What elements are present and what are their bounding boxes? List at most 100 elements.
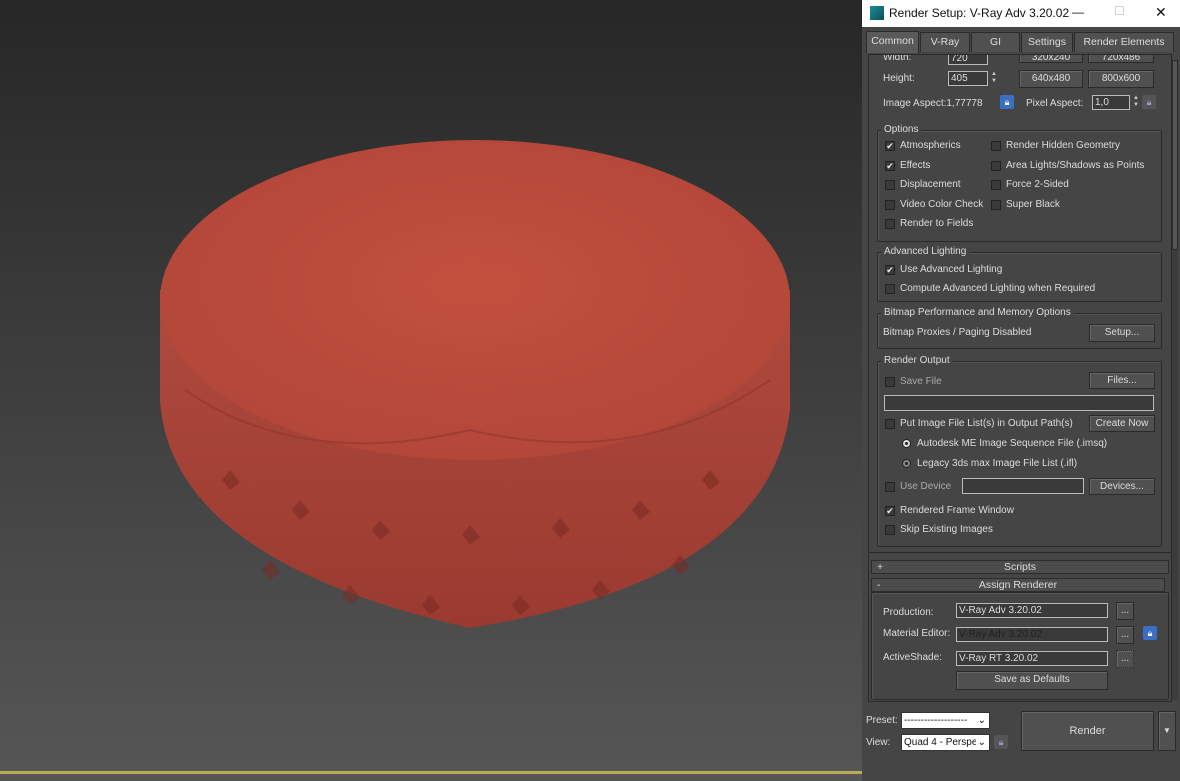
- maximize-button[interactable]: ☐: [1114, 4, 1125, 18]
- preset-640x480[interactable]: 640x480: [1019, 70, 1083, 88]
- image-aspect-value[interactable]: 1,77778: [946, 98, 982, 109]
- tab-render-elements[interactable]: Render Elements: [1074, 32, 1174, 52]
- area-lights-shadows-as-points-checkbox[interactable]: [991, 161, 1001, 171]
- imsq-radio[interactable]: [902, 439, 911, 448]
- material-editor-label: Material Editor:: [883, 628, 951, 639]
- effects-checkbox[interactable]: ✔: [885, 161, 895, 171]
- area-lights-shadows-as-points-label: Area Lights/Shadows as Points: [1006, 160, 1145, 171]
- skip-existing-checkbox[interactable]: [885, 525, 895, 535]
- preset-dropdown[interactable]: ------------------- ⌄: [901, 712, 990, 729]
- create-now-button[interactable]: Create Now: [1089, 415, 1155, 432]
- view-dropdown[interactable]: Quad 4 - Perspe ⌄: [901, 734, 990, 751]
- production-browse-button[interactable]: ...: [1116, 602, 1134, 620]
- assign-renderer-rollout-header[interactable]: - Assign Renderer: [871, 578, 1165, 592]
- pixel-aspect-label: Pixel Aspect:: [1026, 98, 1084, 109]
- preset-320x240[interactable]: 320x240: [1019, 55, 1083, 63]
- use-advanced-lighting-checkbox[interactable]: ✔: [885, 265, 895, 275]
- output-path-field[interactable]: [884, 395, 1154, 411]
- height-spinner[interactable]: ▲ ▼: [990, 71, 998, 86]
- advanced-lighting-group: [877, 252, 1162, 302]
- force-2-sided-label: Force 2-Sided: [1006, 179, 1069, 190]
- chevron-down-icon: ⌄: [977, 715, 986, 726]
- tab-vray[interactable]: V-Ray: [920, 32, 970, 52]
- ifl-radio[interactable]: [902, 459, 911, 468]
- tab-gi[interactable]: GI: [971, 32, 1020, 52]
- use-advanced-lighting-label: Use Advanced Lighting: [900, 264, 1003, 275]
- tab-settings[interactable]: Settings: [1021, 32, 1073, 52]
- displacement-checkbox[interactable]: [885, 180, 895, 190]
- bitmap-title: Bitmap Performance and Memory Options: [881, 307, 1074, 318]
- effects-label: Effects: [900, 160, 931, 171]
- assign-renderer-title: Assign Renderer: [978, 579, 1058, 591]
- window-title: Render Setup: V-Ray Adv 3.20.02: [889, 6, 1070, 20]
- render-to-fields-checkbox[interactable]: [885, 219, 895, 229]
- render-button[interactable]: Render: [1021, 711, 1154, 751]
- atmospherics-label: Atmospherics: [900, 140, 961, 151]
- save-as-defaults-button[interactable]: Save as Defaults: [956, 671, 1108, 690]
- preset-label: Preset:: [866, 715, 898, 726]
- preset-720x486[interactable]: 720x486: [1088, 55, 1154, 63]
- image-aspect-lock-icon[interactable]: 🔒︎: [1000, 95, 1014, 109]
- scrollbar[interactable]: [1172, 60, 1178, 700]
- video-color-check-checkbox[interactable]: [885, 200, 895, 210]
- put-image-list-label: Put Image File List(s) in Output Path(s): [900, 418, 1073, 429]
- scripts-title: Scripts: [1003, 561, 1037, 573]
- super-black-checkbox[interactable]: [991, 200, 1001, 210]
- view-lock-icon[interactable]: 🔒︎: [994, 735, 1008, 749]
- common-rollout: Width: 720 320x240 720x486 Height: 405 ▲…: [868, 54, 1172, 702]
- pouf-3d-model: [160, 140, 790, 628]
- displacement-label: Displacement: [900, 179, 961, 190]
- pixel-aspect-spinner[interactable]: ▲ ▼: [1132, 95, 1140, 110]
- perspective-viewport[interactable]: [0, 0, 1125, 781]
- collapse-icon: -: [877, 579, 881, 591]
- render-setup-window: Render Setup: V-Ray Adv 3.20.02 — ☐ ✕ Co…: [862, 0, 1180, 781]
- width-label: Width:: [883, 54, 912, 63]
- height-field[interactable]: 405: [948, 71, 988, 86]
- production-renderer-field: V-Ray Adv 3.20.02: [956, 603, 1108, 618]
- use-device-label: Use Device: [900, 481, 952, 492]
- advanced-lighting-title: Advanced Lighting: [881, 246, 970, 257]
- ifl-label: Legacy 3ds max Image File List (.ifl): [917, 458, 1078, 469]
- scripts-rollout-header[interactable]: + Scripts: [871, 560, 1169, 574]
- setup-button[interactable]: Setup...: [1089, 324, 1155, 342]
- rendered-frame-window-checkbox[interactable]: ✔: [885, 506, 895, 516]
- options-title: Options: [881, 124, 922, 135]
- rendered-frame-window-label: Rendered Frame Window: [900, 505, 1014, 516]
- preset-800x600[interactable]: 800x600: [1088, 70, 1154, 88]
- force-2-sided-checkbox[interactable]: [991, 180, 1001, 190]
- minimize-button[interactable]: —: [1072, 5, 1084, 19]
- files-button[interactable]: Files...: [1089, 372, 1155, 389]
- save-file-checkbox[interactable]: [885, 377, 895, 387]
- render-hidden-geometry-label: Render Hidden Geometry: [1006, 140, 1120, 151]
- atmospherics-checkbox[interactable]: ✔: [885, 141, 895, 151]
- pixel-aspect-field[interactable]: 1,0: [1092, 95, 1130, 110]
- compute-advanced-lighting-label: Compute Advanced Lighting when Required: [900, 283, 1096, 294]
- device-field[interactable]: [962, 478, 1084, 494]
- material-editor-browse-button[interactable]: ...: [1116, 626, 1134, 644]
- height-label: Height:: [883, 73, 915, 84]
- view-label: View:: [866, 737, 891, 748]
- imsq-label: Autodesk ME Image Sequence File (.imsq): [917, 438, 1108, 449]
- render-options-dropdown[interactable]: ▼: [1158, 711, 1176, 751]
- bitmap-status: Bitmap Proxies / Paging Disabled: [883, 327, 1032, 338]
- skip-existing-label: Skip Existing Images: [900, 524, 993, 535]
- activeshade-label: ActiveShade:: [883, 652, 942, 663]
- render-hidden-geometry-checkbox[interactable]: [991, 141, 1001, 151]
- use-device-checkbox[interactable]: [885, 482, 895, 492]
- put-image-list-checkbox[interactable]: [885, 419, 895, 429]
- chevron-down-icon: ⌄: [975, 735, 986, 750]
- width-field[interactable]: 720: [948, 55, 988, 65]
- divider: [869, 552, 1171, 553]
- devices-button[interactable]: Devices...: [1089, 478, 1155, 495]
- render-to-fields-label: Render to Fields: [900, 218, 974, 229]
- title-bar: Render Setup: V-Ray Adv 3.20.02 — ☐ ✕: [862, 0, 1180, 27]
- tab-common[interactable]: Common: [866, 31, 919, 53]
- activeshade-browse-button[interactable]: ...: [1116, 650, 1134, 668]
- render-output-title: Render Output: [881, 355, 953, 366]
- view-value: Quad 4 - Perspe: [904, 737, 978, 748]
- compute-advanced-lighting-checkbox[interactable]: [885, 284, 895, 294]
- preset-value: -------------------: [904, 715, 968, 726]
- close-button[interactable]: ✕: [1155, 4, 1167, 21]
- pixel-aspect-lock-icon[interactable]: 🔒︎: [1142, 95, 1156, 109]
- material-editor-lock-icon[interactable]: 🔒︎: [1143, 626, 1157, 640]
